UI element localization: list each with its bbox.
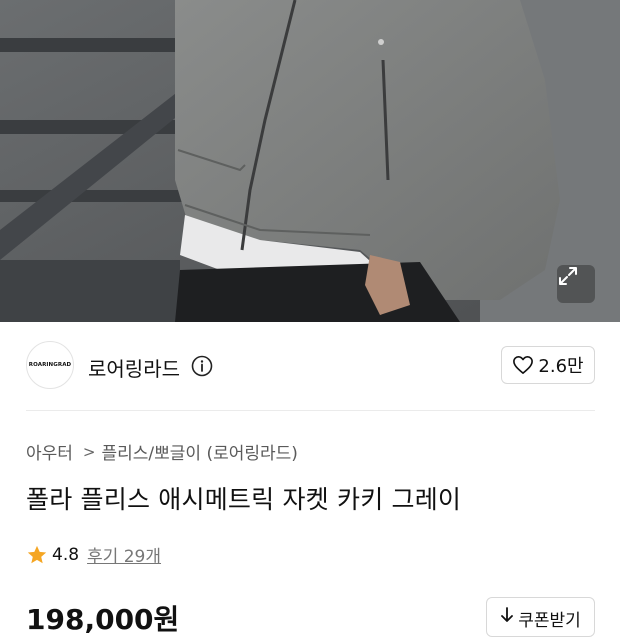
- product-image[interactable]: [0, 0, 620, 322]
- product-photo: [0, 0, 620, 322]
- brand-name[interactable]: 로어링라드: [88, 353, 180, 382]
- heart-icon: [513, 356, 534, 374]
- breadcrumb-category[interactable]: 아우터: [26, 439, 73, 464]
- download-arrow-icon: [501, 607, 514, 622]
- like-count: 2.6만: [538, 356, 584, 377]
- review-link[interactable]: 후기 29개: [87, 542, 161, 567]
- rating-row: 4.8 후기 29개: [26, 542, 161, 567]
- breadcrumb-subcategory[interactable]: 플리스/뽀글이 (로어링라드): [102, 439, 298, 464]
- brand-row: ROARINGRAD 로어링라드 2.6만: [26, 341, 595, 391]
- brand-logo[interactable]: ROARINGRAD: [26, 341, 74, 389]
- star-icon: [27, 545, 47, 563]
- divider: [26, 410, 595, 411]
- coupon-button[interactable]: 쿠폰받기: [486, 597, 595, 637]
- chevron-right-icon: >: [82, 442, 96, 461]
- expand-icon: [559, 267, 577, 285]
- expand-image-button[interactable]: [557, 265, 595, 303]
- price: 198,000원: [26, 603, 180, 636]
- coupon-label: 쿠폰받기: [518, 611, 581, 631]
- breadcrumb: 아우터 > 플리스/뽀글이 (로어링라드): [26, 439, 298, 465]
- product-title: 폴라 플리스 애시메트릭 자켓 카키 그레이: [26, 485, 462, 514]
- info-icon[interactable]: [191, 355, 213, 377]
- rating-score: 4.8: [52, 544, 80, 565]
- brand-logo-text: ROARINGRAD: [28, 362, 72, 368]
- like-button[interactable]: 2.6만: [501, 346, 595, 384]
